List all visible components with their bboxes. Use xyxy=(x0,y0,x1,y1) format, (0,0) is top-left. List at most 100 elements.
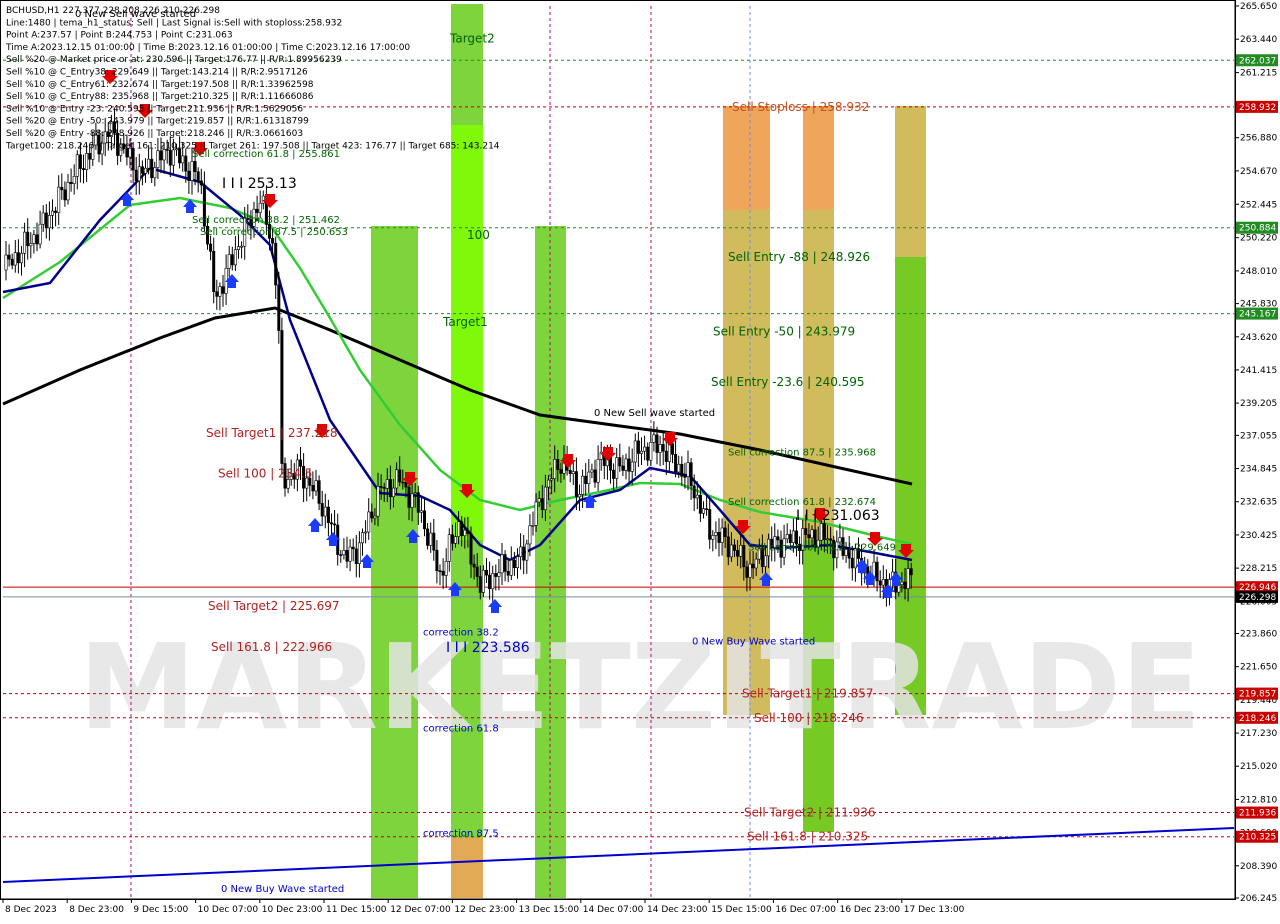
candle-body xyxy=(7,254,11,260)
zone-band-2 xyxy=(451,125,483,540)
candle-body xyxy=(435,549,439,571)
annotation-label: Sell 161.8 | 222.966 xyxy=(211,640,332,654)
candle-body xyxy=(190,161,194,181)
annotation-label: correction 87.5 xyxy=(423,829,499,840)
candle-body xyxy=(395,469,399,489)
candle xyxy=(261,190,265,210)
candle xyxy=(621,455,625,477)
candle-body xyxy=(636,440,640,454)
candle-body xyxy=(469,533,473,565)
chart-root[interactable]: MARKETZITRADE Sell Stoploss | 258.932 Sel… xyxy=(0,0,1280,920)
candle xyxy=(593,459,597,488)
price-chart[interactable]: MARKETZITRADE Sell Stoploss | 258.932 Sel… xyxy=(0,0,1280,920)
candle-body xyxy=(233,249,237,266)
info-line: Line:1480 | tema_h1_status: Sell | Last … xyxy=(6,18,342,28)
candle-body xyxy=(271,238,275,244)
candle-body xyxy=(838,537,842,543)
price-tick-label: 250.220 xyxy=(1240,234,1277,244)
price-tag-label: 218.246 xyxy=(1239,714,1276,724)
candle xyxy=(326,499,330,537)
candle-body xyxy=(534,501,538,526)
candle-body xyxy=(639,450,643,454)
candle xyxy=(215,279,219,310)
price-tick-label: 239.205 xyxy=(1240,399,1277,409)
candle xyxy=(618,443,622,472)
candle-body xyxy=(351,546,355,550)
candle-body xyxy=(788,534,792,543)
candle xyxy=(708,496,712,549)
candle-body xyxy=(540,498,544,511)
candle xyxy=(196,167,200,193)
candle xyxy=(509,546,513,581)
candle-body xyxy=(63,189,67,201)
candle-body xyxy=(633,440,637,463)
candle-body xyxy=(144,167,148,174)
candle-body xyxy=(850,557,854,569)
candle-body xyxy=(75,154,79,177)
level-lines xyxy=(2,6,1235,898)
candle xyxy=(419,497,423,523)
info-line: Sell %10 @ Entry -23: 240.595 || Target:… xyxy=(6,104,303,114)
price-tick-label: 252.445 xyxy=(1240,200,1277,210)
candle-body xyxy=(323,506,327,517)
price-tick-label: 228.215 xyxy=(1240,564,1277,574)
price-tag: 219.857 xyxy=(1236,687,1278,700)
candle xyxy=(357,531,361,578)
price-tag-label: 245.167 xyxy=(1239,310,1276,320)
candle xyxy=(441,558,445,590)
candle-body xyxy=(416,492,420,513)
annotation-label: 0 New Sell wave started xyxy=(594,408,715,419)
candle-body xyxy=(745,566,749,578)
candle-body xyxy=(791,530,795,543)
zone-band-0 xyxy=(371,226,418,898)
candle-body xyxy=(553,459,557,480)
candle-body xyxy=(29,243,33,247)
candle xyxy=(144,158,148,183)
price-tick-label: 241.415 xyxy=(1240,366,1277,376)
annotation-label: correction 61.8 xyxy=(423,723,499,734)
candle xyxy=(531,511,535,536)
candle xyxy=(230,246,234,271)
candle xyxy=(612,463,616,491)
annotation-label: 0 New Buy Wave started xyxy=(692,636,815,647)
candle-body xyxy=(723,527,727,538)
candle xyxy=(26,218,30,260)
candle-body xyxy=(345,550,349,562)
candle xyxy=(364,520,368,544)
candle-body xyxy=(571,471,575,474)
candle-body xyxy=(360,532,364,544)
candle-body xyxy=(829,538,833,541)
candle xyxy=(360,528,364,556)
price-tag: 245.167 xyxy=(1236,307,1278,320)
price-tick-label: 265.650 xyxy=(1240,2,1277,12)
candle xyxy=(636,431,640,467)
candle-body xyxy=(497,572,501,577)
candle xyxy=(75,150,79,190)
candle-body xyxy=(621,465,625,471)
candle-body xyxy=(822,523,826,541)
time-tick-label: 10 Dec 07:00 xyxy=(198,905,259,915)
candle-body xyxy=(364,531,368,534)
candle-body xyxy=(140,166,144,174)
candle-body xyxy=(320,503,324,517)
candle xyxy=(587,459,591,494)
candle-body xyxy=(484,569,488,576)
candle xyxy=(627,446,631,484)
candle-body xyxy=(348,546,352,562)
candle-body xyxy=(881,579,885,586)
info-panel: BCHUSD,H1 227.377 228.208 226.210 226.29… xyxy=(5,6,500,151)
info-line: Sell %20 @ Entry -88: 248.926 || Target:… xyxy=(6,129,303,139)
price-tag: 258.932 xyxy=(1236,100,1278,113)
candle-body xyxy=(66,181,70,201)
candle-body xyxy=(708,509,712,540)
candle-body xyxy=(664,450,668,462)
price-tick-label: 212.810 xyxy=(1240,795,1277,805)
candle xyxy=(596,445,600,492)
candle xyxy=(23,222,27,268)
candle-body xyxy=(481,569,485,593)
candle-body xyxy=(23,231,27,254)
candle-body xyxy=(407,486,411,508)
candle-body xyxy=(754,558,758,569)
price-tick-label: 254.670 xyxy=(1240,167,1277,177)
annotation-label: Sell Target2 | 211.936 xyxy=(744,806,876,820)
